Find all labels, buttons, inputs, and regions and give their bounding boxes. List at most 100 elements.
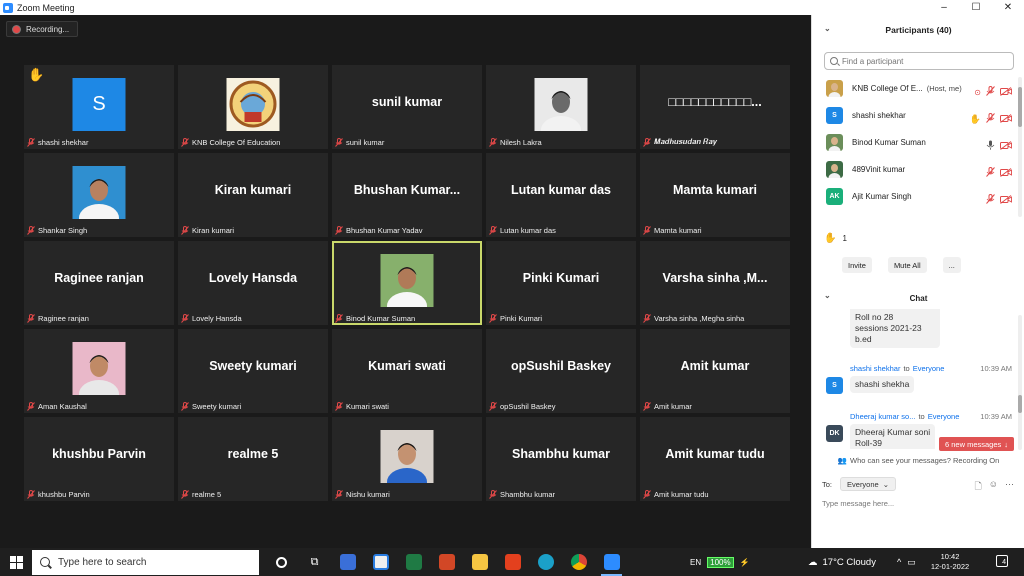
video-tile[interactable]: ✋ Sshashi shekhar [24, 65, 174, 149]
new-messages-button[interactable]: 6 new messages ↓ [939, 437, 1015, 451]
tile-name-label: Binod Kumar Suman [346, 314, 416, 323]
taskbar-app-zoom[interactable] [595, 548, 628, 576]
participant-name: 489Vinit kumar [852, 165, 906, 174]
video-tile[interactable]: Sweety kumari Sweety kumari [178, 329, 328, 413]
recipient-select[interactable]: Everyone ⌄ [840, 477, 896, 491]
chat-message-input[interactable]: Type message here... [822, 499, 894, 508]
video-tile[interactable]: Kumari swati Kumari swati [332, 329, 482, 413]
battery-indicator[interactable]: 100% [707, 556, 734, 568]
cortana-button[interactable] [265, 548, 298, 576]
chat-scrollbar[interactable] [1018, 315, 1022, 450]
taskbar-app[interactable] [397, 548, 430, 576]
video-tile[interactable]: opSushil Baskey opSushil Baskey [486, 329, 636, 413]
maximize-button[interactable]: ☐ [960, 0, 992, 15]
video-tile[interactable]: Shambhu kumar Shambhu kumar [486, 417, 636, 501]
more-options-button[interactable]: ... [942, 257, 961, 273]
mic-muted-icon [181, 226, 189, 235]
network-icon[interactable]: ▭ [907, 557, 916, 568]
mic-muted-icon [643, 402, 651, 411]
participant-row[interactable]: 489Vinit kumar [812, 156, 1018, 183]
mic-muted-icon [489, 226, 497, 235]
windows-start-button[interactable] [0, 548, 32, 576]
clock[interactable]: 10:42 12-01-2022 [925, 552, 975, 572]
tile-name-label: Raginee ranjan [38, 314, 89, 323]
video-tile[interactable]: Binod Kumar Suman [332, 241, 482, 325]
taskbar-app[interactable] [463, 548, 496, 576]
taskbar-app[interactable] [331, 548, 364, 576]
tile-name-label: 𝑴𝒂𝒅𝒉𝒖𝒔𝒖𝒅𝒂𝒏 𝑹𝒂𝒚 [654, 137, 718, 146]
video-tile[interactable]: Raginee ranjan Raginee ranjan [24, 241, 174, 325]
chevron-down-icon: ⌄ [882, 479, 889, 489]
invite-button[interactable]: Invite [842, 257, 872, 273]
tray-icons: ^ ▭ [897, 548, 916, 576]
participant-search[interactable] [824, 52, 1014, 70]
minimize-button[interactable]: – [928, 0, 960, 15]
video-tile[interactable]: Aman Kaushal [24, 329, 174, 413]
participant-list-scrollbar[interactable] [1018, 77, 1022, 217]
chat-message-line: Roll no 28 [855, 312, 894, 322]
notifications-button[interactable]: 4 [996, 555, 1008, 567]
record-dot-icon [13, 25, 20, 33]
video-tile[interactable]: Amit kumar Amit kumar [640, 329, 790, 413]
video-off-icon [1000, 137, 1012, 155]
close-button[interactable]: ✕ [992, 0, 1024, 15]
video-tile[interactable]: realme 5 realme 5 [178, 417, 328, 501]
participant-avatar: S [72, 78, 126, 131]
weather-widget[interactable]: ☁ 17°C Cloudy [808, 548, 876, 576]
raised-hand-icon: ✋ [28, 67, 45, 82]
share-status-icon: ⊙ [974, 87, 981, 97]
participant-row[interactable]: Binod Kumar Suman [812, 129, 1018, 156]
taskbar-app[interactable] [562, 548, 595, 576]
chat-message-meta: Dheeraj kumar so... to Everyone [850, 412, 959, 421]
raised-hand-icon: ✋ [969, 113, 981, 124]
video-tile[interactable]: khushbu Parvin khushbu Parvin [24, 417, 174, 501]
mic-muted-icon [986, 191, 995, 209]
mic-muted-icon [27, 402, 35, 411]
participant-row[interactable]: KNB College Of E... (Host, me) ⊙ [812, 75, 1018, 102]
video-tile[interactable]: Nishu kumari [332, 417, 482, 501]
video-tile[interactable]: Lutan kumar das Lutan kumar das [486, 153, 636, 237]
language-indicator[interactable]: EN [690, 558, 701, 567]
video-tile[interactable]: Nilesh Lakra [486, 65, 636, 149]
chat-recipient-row: To: Everyone ⌄ [822, 477, 896, 491]
chat-sender[interactable]: Dheeraj kumar so... [850, 412, 915, 421]
participant-status-icons [986, 164, 1012, 182]
emoji-icon[interactable]: ☺ [989, 479, 998, 495]
tile-caption: sunil kumar [335, 138, 384, 147]
video-tile[interactable]: Shankar Singh [24, 153, 174, 237]
participant-name: shashi shekhar [852, 111, 906, 120]
taskbar-search[interactable]: Type here to search [32, 549, 259, 575]
chat-sender[interactable]: shashi shekhar [850, 364, 900, 373]
taskbar-app[interactable] [430, 548, 463, 576]
mic-muted-icon [335, 138, 343, 147]
collapse-participants-chevron-icon[interactable]: ⌄ [824, 24, 831, 33]
chat-visibility-notice[interactable]: 👥 Who can see your messages? Recording O… [812, 454, 1024, 466]
video-tile[interactable]: Varsha sinha ,M... Varsha sinha ,Megha si… [640, 241, 790, 325]
file-icon[interactable]: 🗋 [975, 479, 982, 495]
video-tile[interactable]: Pinki Kumari Pinki Kumari [486, 241, 636, 325]
taskbar-app[interactable] [364, 548, 397, 576]
chat-avatar: S [826, 377, 843, 394]
video-tile[interactable]: Amit kumar tudu Amit kumar tudu [640, 417, 790, 501]
participant-search-input[interactable] [842, 56, 1002, 66]
participant-row[interactable]: Sshashi shekhar ✋ [812, 102, 1018, 129]
task-view-button[interactable]: ⧉ [298, 548, 331, 576]
video-tile[interactable]: KNB College Of Education [178, 65, 328, 149]
video-tile[interactable]: sunil kumar sunil kumar [332, 65, 482, 149]
video-tile[interactable]: Kiran kumari Kiran kumari [178, 153, 328, 237]
taskbar-app[interactable] [529, 548, 562, 576]
collapse-chat-chevron-icon[interactable]: ⌄ [824, 291, 831, 300]
chevron-up-icon[interactable]: ^ [897, 557, 901, 567]
recording-indicator[interactable]: Recording... [6, 21, 79, 37]
video-tile[interactable]: Mamta kumari Mamta kumari [640, 153, 790, 237]
more-icon[interactable]: ⋯ [1005, 479, 1014, 495]
video-tile[interactable]: □□□□□□□□□□□... 𝑴𝒂𝒅𝒉𝒖𝒔𝒖𝒅𝒂𝒏 𝑹𝒂𝒚 [640, 65, 790, 149]
mute-all-button[interactable]: Mute All [887, 257, 927, 273]
participant-display-name: Kumari swati [368, 359, 446, 373]
mic-muted-icon [643, 314, 651, 323]
taskbar-app[interactable] [496, 548, 529, 576]
video-tile[interactable]: Lovely Hansda Lovely Hansda [178, 241, 328, 325]
video-tile[interactable]: Bhushan Kumar... Bhushan Kumar Yadav [332, 153, 482, 237]
participant-avatar: S [826, 107, 843, 124]
participant-row[interactable]: AK Ajit Kumar Singh [812, 183, 1018, 210]
